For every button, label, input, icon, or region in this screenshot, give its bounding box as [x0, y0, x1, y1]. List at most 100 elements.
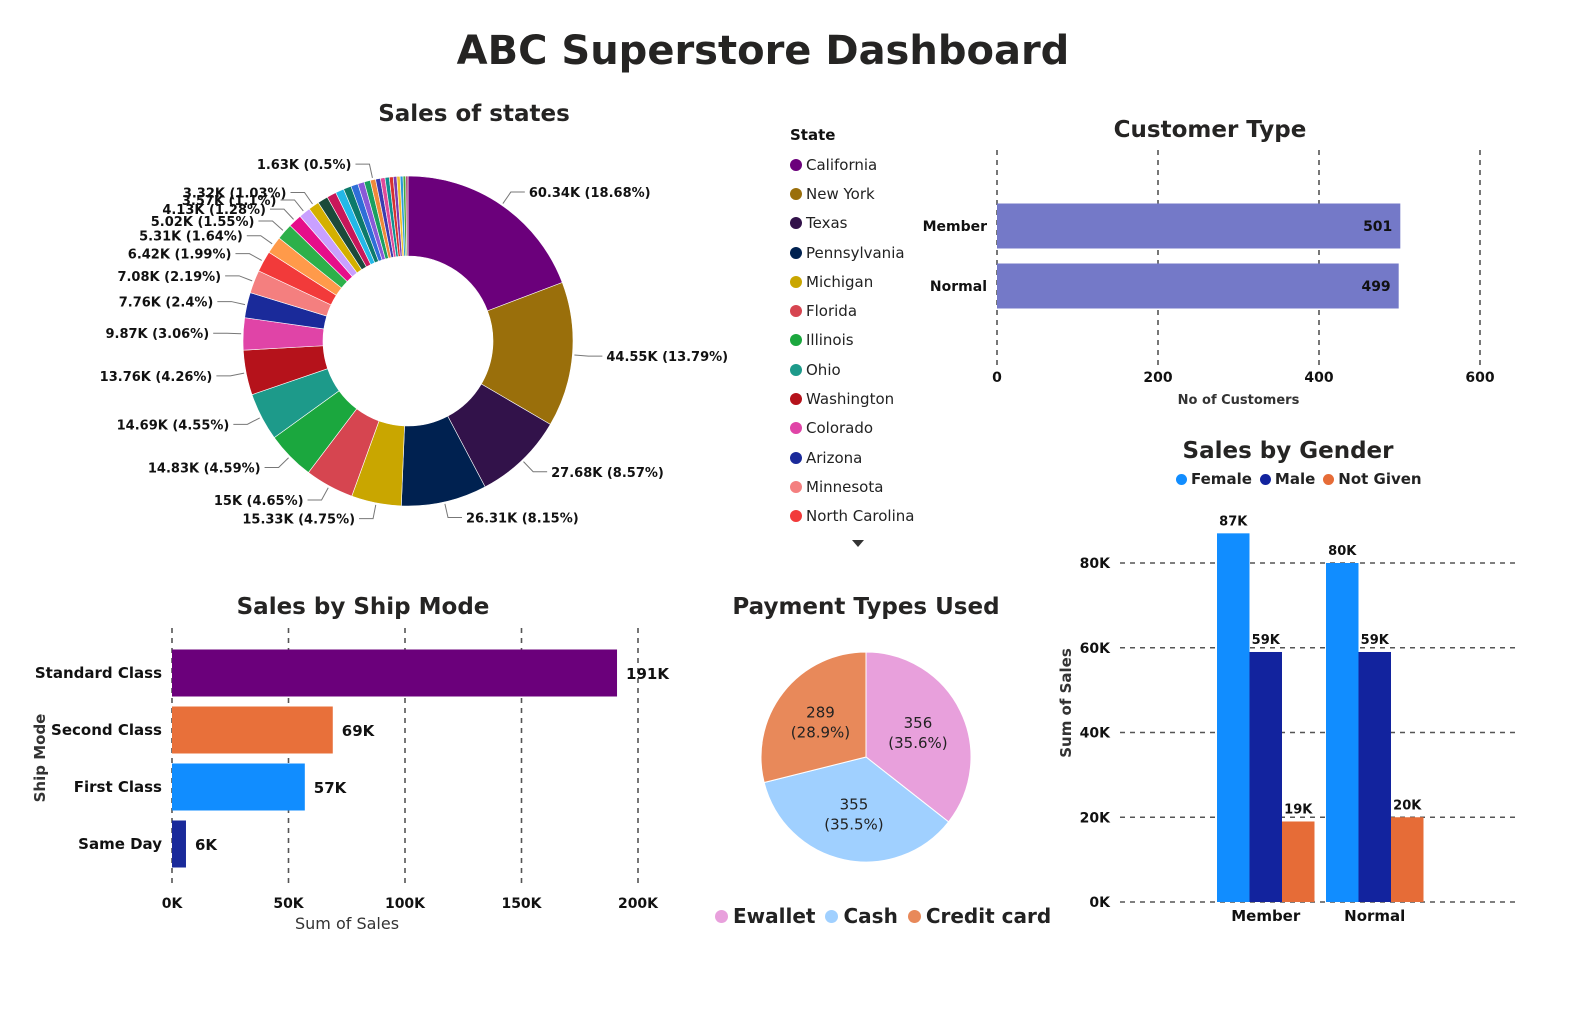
y-category-label: Same Day — [78, 835, 162, 853]
donut-data-label: 9.87K (3.06%) — [105, 327, 209, 342]
state-legend-item-north-carolina[interactable]: North Carolina — [790, 502, 960, 531]
y-category-label: Standard Class — [35, 664, 162, 682]
state-legend-item-arizona[interactable]: Arizona — [790, 443, 960, 472]
donut-data-label: 27.68K (8.57%) — [551, 466, 664, 481]
pie-data-label: 355 — [840, 795, 869, 813]
state-legend-item-ohio[interactable]: Ohio — [790, 355, 960, 384]
dashboard-title: ABC Superstore Dashboard — [457, 28, 1070, 74]
state-legend-item-new-york[interactable]: New York — [790, 179, 960, 208]
bar-first-class — [172, 763, 305, 811]
x-tick-label: 0 — [992, 370, 1002, 386]
donut-leader-line — [264, 457, 289, 469]
sales-of-states-title: Sales of states — [378, 101, 570, 127]
legend-dot-icon — [825, 909, 839, 923]
bar-data-label: 499 — [1361, 279, 1390, 295]
x-tick-label: 0K — [162, 896, 184, 912]
state-legend-item-california[interactable]: California — [790, 150, 960, 179]
x-tick-label: 200K — [618, 896, 659, 912]
bar-female-normal — [1326, 563, 1359, 902]
state-legend-item-michigan[interactable]: Michigan — [790, 267, 960, 296]
ship-mode-chart: 0K 50K 100K 150K 200K Standard Class 191K Secon… — [31, 628, 670, 933]
legend-scroll-down-icon[interactable] — [852, 540, 864, 547]
bar-data-label: 191K — [626, 665, 670, 683]
donut-leader-line — [502, 191, 525, 204]
donut-leader-line — [523, 461, 548, 473]
donut-leader-line — [269, 208, 294, 220]
donut-leader-line — [574, 354, 603, 357]
legend-dot-icon — [790, 275, 802, 288]
state-legend: State California New York Texas Pennsylvani… — [790, 126, 960, 531]
pie-data-label: 356 — [904, 714, 933, 732]
gender-legend-item-female[interactable]: Female — [1176, 470, 1252, 488]
y-tick-label: 60K — [1080, 641, 1111, 657]
state-legend-item-minnesota[interactable]: Minnesota — [790, 472, 960, 501]
state-legend-label: New York — [806, 184, 875, 203]
donut-data-label: 15K (4.65%) — [214, 494, 304, 509]
legend-dot-icon — [790, 246, 802, 259]
payment-legend-label: Credit card — [925, 904, 1052, 928]
payment-legend-item-ewallet[interactable]: Ewallet — [715, 904, 815, 928]
bar-female-member — [1217, 533, 1250, 902]
state-legend-items: California New York Texas Pennsylvania Michi… — [790, 150, 960, 531]
state-legend-label: Arizona — [806, 448, 863, 467]
donut-leader-line — [290, 192, 313, 205]
legend-dot-icon — [790, 393, 802, 406]
donut-data-label: 5.31K (1.64%) — [139, 230, 243, 245]
state-legend-item-florida[interactable]: Florida — [790, 296, 960, 325]
x-tick-label: 100K — [385, 896, 426, 912]
donut-leader-line — [225, 275, 253, 282]
donut-data-label: 44.55K (13.79%) — [606, 350, 728, 365]
state-legend-label: Washington — [806, 390, 895, 409]
donut-data-label: 14.83K (4.59%) — [148, 462, 261, 477]
legend-dot-icon — [790, 334, 802, 347]
donut-leader-line — [213, 332, 242, 335]
legend-dot-icon — [907, 909, 921, 923]
state-legend-label: Texas — [806, 214, 848, 233]
legend-dot-icon — [790, 187, 802, 200]
payment-legend-item-credit-card[interactable]: Credit card — [907, 904, 1052, 928]
payment-legend: Ewallet Cash Credit card — [715, 904, 1051, 928]
donut-data-label: 7.08K (2.19%) — [117, 270, 221, 285]
y-tick-label: 0K — [1089, 895, 1111, 911]
state-legend-item-illinois[interactable]: Illinois — [790, 326, 960, 355]
state-legend-item-texas[interactable]: Texas — [790, 209, 960, 238]
bar-data-label: 80K — [1328, 544, 1357, 559]
state-legend-item-washington[interactable]: Washington — [790, 384, 960, 413]
legend-dot-icon — [790, 422, 802, 435]
y-category-label: First Class — [74, 778, 162, 796]
state-legend-label: North Carolina — [806, 507, 915, 526]
payment-legend-label: Ewallet — [733, 904, 816, 928]
bar-data-label: 6K — [195, 836, 218, 854]
y-tick-label: 80K — [1080, 556, 1111, 572]
legend-dot-icon — [1259, 473, 1271, 485]
gender-legend-label: Not Given — [1338, 470, 1422, 488]
gender-legend-item-not-given[interactable]: Not Given — [1323, 470, 1422, 488]
y-axis-title: Sum of Sales — [1057, 648, 1075, 758]
bar-normal — [997, 263, 1399, 309]
sales-of-states-donut: 60.34K (18.68%) 44.55K (13.79%) 27.68K (8.… — [100, 158, 728, 527]
bar-not-given-member — [1282, 821, 1315, 902]
legend-dot-icon — [790, 217, 802, 230]
state-legend-label: Colorado — [806, 419, 874, 438]
x-tick-label: 50K — [273, 896, 304, 912]
state-legend-item-pennsylvania[interactable]: Pennsylvania — [790, 238, 960, 267]
legend-dot-icon — [790, 510, 802, 523]
bar-data-label: 59K — [1252, 633, 1281, 648]
gender-legend-item-male[interactable]: Male — [1259, 470, 1315, 488]
legend-dot-icon — [1323, 473, 1335, 485]
legend-dot-icon — [790, 158, 802, 171]
state-legend-label: Illinois — [806, 331, 854, 350]
donut-data-label: 26.31K (8.15%) — [466, 512, 579, 527]
legend-dot-icon — [790, 305, 802, 318]
donut-data-label: 3.32K (1.03%) — [183, 187, 287, 202]
state-legend-item-colorado[interactable]: Colorado — [790, 414, 960, 443]
donut-leader-line — [217, 301, 246, 306]
pie-data-percent: (35.5%) — [824, 815, 883, 833]
donut-leader-line — [307, 487, 329, 501]
pie-data-percent: (28.9%) — [791, 723, 850, 741]
state-legend-label: Florida — [806, 302, 858, 321]
state-legend-label: Minnesota — [806, 477, 884, 496]
x-tick-label: 200 — [1143, 370, 1172, 386]
legend-dot-icon — [790, 363, 802, 376]
payment-legend-item-cash[interactable]: Cash — [825, 904, 898, 928]
